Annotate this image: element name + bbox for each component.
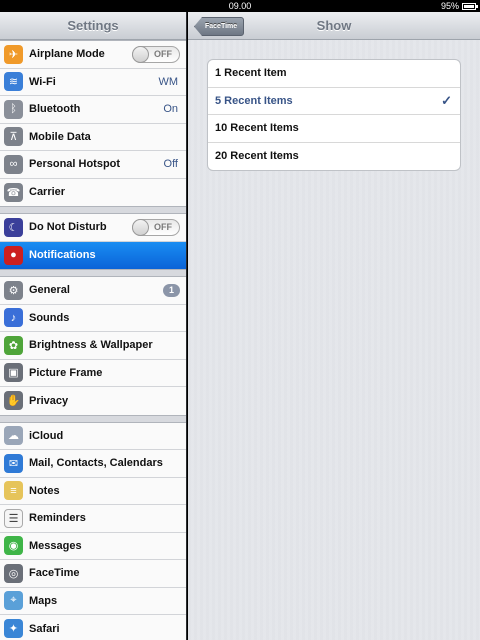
sidebar-item-label: Notifications: [29, 249, 96, 262]
sidebar-item-sounds[interactable]: ♪ Sounds: [0, 304, 186, 332]
detail-header: FaceTime Show: [188, 12, 480, 40]
sidebar-item-label: FaceTime: [29, 567, 80, 580]
sidebar-item-value: WM: [158, 75, 178, 88]
option-label: 20 Recent Items: [215, 150, 299, 163]
sidebar-item-label: Airplane Mode: [29, 48, 105, 61]
status-bar: 09.00 95%: [0, 0, 480, 12]
sidebar-item-label: Bluetooth: [29, 103, 81, 116]
compass-icon: ✦: [4, 619, 23, 639]
mail-icon: ✉: [4, 453, 23, 473]
sidebar-item-value: Off: [163, 158, 178, 171]
gear-icon: ⚙: [4, 280, 23, 300]
sidebar-item-label: iCloud: [29, 429, 64, 442]
notes-icon: ≡: [4, 481, 23, 501]
option-row[interactable]: 5 Recent Items ✓: [208, 88, 460, 115]
hotspot-icon: ∞: [4, 154, 23, 174]
sidebar-item-value: On: [163, 103, 178, 116]
battery-indicator: 95%: [440, 0, 478, 12]
checkmark-icon: ✓: [441, 92, 452, 108]
option-label: 10 Recent Items: [215, 122, 299, 135]
sidebar-item-label: Privacy: [29, 394, 69, 407]
sidebar-item-privacy[interactable]: ✋ Privacy: [0, 387, 186, 415]
sidebar-item-label: Reminders: [29, 512, 86, 525]
option-row[interactable]: 10 Recent Items: [208, 115, 460, 143]
master-title: Settings: [0, 12, 186, 40]
sidebar-item-label: Picture Frame: [29, 366, 103, 379]
sidebar-item-label: Maps: [29, 594, 58, 607]
notifications-icon: ●: [4, 245, 23, 265]
picture-frame-icon: ▣: [4, 363, 23, 383]
sidebar-item-label: Do Not Disturb: [29, 221, 107, 234]
sidebar-item-notes[interactable]: ≡ Notes: [0, 477, 186, 505]
option-label: 1 Recent Item: [215, 67, 287, 80]
sidebar-item-bluetooth[interactable]: ᛒ Bluetooth On: [0, 96, 186, 124]
sidebar-item-mobile-data[interactable]: ⊼ Mobile Data: [0, 123, 186, 151]
bluetooth-icon: ᛒ: [4, 99, 23, 119]
toggle-knob: [132, 45, 149, 63]
sidebar-item-label: Safari: [29, 622, 60, 635]
sidebar-item-do-not-disturb[interactable]: ☾ Do Not Disturb OFF: [0, 214, 186, 242]
sidebar-item-messages[interactable]: ◉ Messages: [0, 532, 186, 560]
sidebar-item-carrier[interactable]: ☎ Carrier: [0, 178, 186, 206]
sidebar-item-label: Mail, Contacts, Calendars: [29, 457, 163, 470]
phone-icon: ☎: [4, 182, 23, 202]
hand-icon: ✋: [4, 391, 23, 411]
toggle-state-label: OFF: [154, 48, 172, 59]
sidebar-item-label: Messages: [29, 539, 82, 552]
status-time: 09.00: [228, 1, 252, 11]
facetime-icon: ◎: [4, 563, 23, 583]
messages-icon: ◉: [4, 536, 23, 556]
speaker-icon: ♪: [4, 308, 23, 328]
sidebar-item-label: Personal Hotspot: [29, 158, 121, 171]
settings-master-panel: Settings ✈ Airplane Mode OFF ≋ Wi-Fi WM ᛒ Bluet…: [0, 12, 187, 640]
cloud-icon: ☁: [4, 426, 23, 446]
moon-icon: ☾: [4, 217, 23, 237]
toggle-switch[interactable]: OFF: [132, 218, 180, 236]
settings-group: ☾ Do Not Disturb OFF ● Notifications: [0, 213, 186, 270]
option-row[interactable]: 1 Recent Item: [208, 60, 460, 88]
sidebar-item-maps[interactable]: ⌖ Maps: [0, 587, 186, 615]
wifi-icon: ≋: [4, 72, 23, 92]
sidebar-item-label: Carrier: [29, 186, 66, 199]
detail-panel: FaceTime Show 1 Recent Item 5 Recent Item…: [188, 12, 480, 640]
sidebar-item-label: Brightness & Wallpaper: [29, 339, 153, 352]
sidebar-item-facetime[interactable]: ◎ FaceTime: [0, 560, 186, 588]
maps-icon: ⌖: [4, 591, 23, 611]
update-badge: 1: [162, 283, 180, 297]
sidebar-item-mail-contacts-calendars[interactable]: ✉ Mail, Contacts, Calendars: [0, 450, 186, 478]
toggle-state-label: OFF: [154, 221, 172, 232]
toggle-knob: [132, 218, 149, 236]
sidebar-item-picture-frame[interactable]: ▣ Picture Frame: [0, 359, 186, 387]
sidebar-item-label: Sounds: [29, 311, 70, 324]
sidebar-item-label: General: [29, 284, 70, 297]
settings-group: ✈ Airplane Mode OFF ≋ Wi-Fi WM ᛒ Bluetooth On ⊼ Mo…: [0, 40, 186, 207]
sidebar-item-notifications[interactable]: ● Notifications: [0, 241, 186, 269]
battery-percent: 95%: [440, 1, 459, 11]
settings-group: ☁ iCloud ✉ Mail, Contacts, Calendars ≡ Notes ☰…: [0, 421, 186, 640]
sidebar-item-personal-hotspot[interactable]: ∞ Personal Hotspot Off: [0, 151, 186, 179]
sidebar-item-label: Notes: [29, 484, 60, 497]
battery-icon: [462, 2, 478, 10]
reminders-icon: ☰: [4, 508, 23, 528]
sidebar-item-label: Mobile Data: [29, 130, 91, 143]
sidebar-item-reminders[interactable]: ☰ Reminders: [0, 505, 186, 533]
sidebar-item-wi-fi[interactable]: ≋ Wi-Fi WM: [0, 68, 186, 96]
sidebar-item-label: Wi-Fi: [29, 75, 56, 88]
sidebar-item-safari[interactable]: ✦ Safari: [0, 615, 186, 640]
option-label: 5 Recent Items: [215, 94, 293, 107]
show-options-list: 1 Recent Item 5 Recent Items ✓ 10 Recent It…: [207, 59, 461, 171]
sidebar-item-brightness-wallpaper[interactable]: ✿ Brightness & Wallpaper: [0, 332, 186, 360]
antenna-icon: ⊼: [4, 127, 23, 147]
back-button[interactable]: FaceTime: [194, 17, 245, 36]
sidebar-item-icloud[interactable]: ☁ iCloud: [0, 422, 186, 450]
airplane-icon: ✈: [4, 44, 23, 64]
detail-title: Show: [316, 18, 352, 33]
sidebar-item-general[interactable]: ⚙ General 1: [0, 277, 186, 305]
flower-icon: ✿: [4, 335, 23, 355]
settings-group: ⚙ General 1 ♪ Sounds ✿ Brightness & Wallpaper ▣…: [0, 276, 186, 416]
settings-list: ✈ Airplane Mode OFF ≋ Wi-Fi WM ᛒ Bluetooth On ⊼ Mo…: [0, 40, 186, 640]
sidebar-item-airplane-mode[interactable]: ✈ Airplane Mode OFF: [0, 41, 186, 69]
toggle-switch[interactable]: OFF: [132, 45, 180, 63]
option-row[interactable]: 20 Recent Items: [208, 143, 460, 171]
